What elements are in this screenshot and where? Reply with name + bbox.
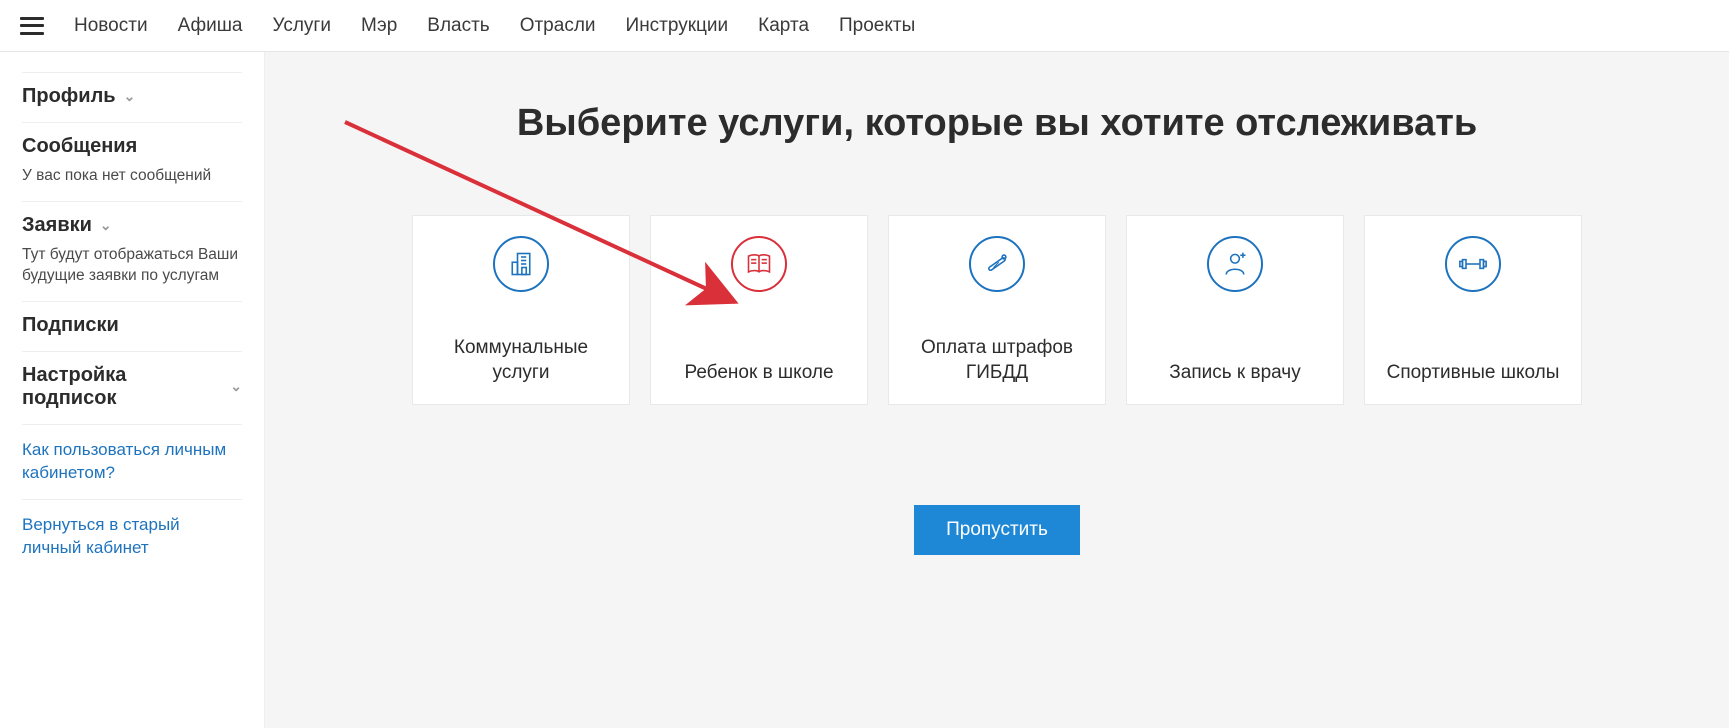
card-label: Спортивные школы xyxy=(1387,360,1560,386)
hamburger-icon[interactable] xyxy=(20,17,44,35)
doctor-icon xyxy=(1207,236,1263,292)
sidebar-subsettings-title: Настройка подписок xyxy=(22,364,222,410)
dumbbell-icon xyxy=(1445,236,1501,292)
nav-item-map[interactable]: Карта xyxy=(758,15,809,37)
nav-item-authority[interactable]: Власть xyxy=(427,15,489,37)
nav-item-projects[interactable]: Проекты xyxy=(839,15,915,37)
sidebar-subsettings[interactable]: Настройка подписок ⌄ xyxy=(22,352,242,425)
sidebar-messages-desc: У вас пока нет сообщений xyxy=(22,166,242,187)
card-fines[interactable]: Оплата штрафов ГИБДД xyxy=(888,215,1106,405)
sidebar-requests-desc: Тут будут отображаться Ваши будущие заяв… xyxy=(22,245,242,287)
sidebar-subscriptions-title: Подписки xyxy=(22,314,119,337)
sidebar: Профиль ⌄ Сообщения У вас пока нет сообщ… xyxy=(0,52,265,728)
sidebar-messages-title: Сообщения xyxy=(22,135,137,158)
top-nav: Новости Афиша Услуги Мэр Власть Отрасли … xyxy=(0,0,1729,52)
building-icon xyxy=(493,236,549,292)
card-label: Оплата штрафов ГИБДД xyxy=(899,335,1095,386)
sidebar-requests[interactable]: Заявки ⌄ Тут будут отображаться Ваши буд… xyxy=(22,202,242,302)
skip-button[interactable]: Пропустить xyxy=(914,505,1080,555)
sidebar-messages[interactable]: Сообщения У вас пока нет сообщений xyxy=(22,123,242,202)
chevron-down-icon: ⌄ xyxy=(230,378,242,395)
card-label: Ребенок в школе xyxy=(684,360,833,386)
sidebar-profile[interactable]: Профиль ⌄ xyxy=(22,72,242,123)
nav-item-instructions[interactable]: Инструкции xyxy=(626,15,729,37)
book-icon xyxy=(731,236,787,292)
sidebar-link-old-cabinet[interactable]: Вернуться в старый личный кабинет xyxy=(22,500,242,574)
nav-item-mayor[interactable]: Мэр xyxy=(361,15,397,37)
nav-item-afisha[interactable]: Афиша xyxy=(178,15,243,37)
chevron-down-icon: ⌄ xyxy=(100,217,112,234)
nav-item-news[interactable]: Новости xyxy=(74,15,148,37)
page-heading: Выберите услуги, которые вы хотите отсле… xyxy=(315,102,1679,145)
card-label: Запись к врачу xyxy=(1169,360,1300,386)
baton-icon xyxy=(969,236,1025,292)
nav-item-services[interactable]: Услуги xyxy=(273,15,331,37)
card-doctor[interactable]: Запись к врачу xyxy=(1126,215,1344,405)
chevron-down-icon: ⌄ xyxy=(124,88,136,105)
sidebar-profile-title: Профиль xyxy=(22,85,116,108)
card-sports[interactable]: Спортивные школы xyxy=(1364,215,1582,405)
card-utilities[interactable]: Коммунальные услуги xyxy=(412,215,630,405)
card-label: Коммунальные услуги xyxy=(423,335,619,386)
nav-item-sectors[interactable]: Отрасли xyxy=(520,15,596,37)
main-content: Выберите услуги, которые вы хотите отсле… xyxy=(265,52,1729,728)
sidebar-requests-title: Заявки xyxy=(22,214,92,237)
service-cards: Коммунальные услуги Ребенок в школе xyxy=(315,215,1679,405)
sidebar-link-help[interactable]: Как пользоваться личным кабинетом? xyxy=(22,425,242,500)
sidebar-subscriptions[interactable]: Подписки xyxy=(22,302,242,352)
card-child-school[interactable]: Ребенок в школе xyxy=(650,215,868,405)
